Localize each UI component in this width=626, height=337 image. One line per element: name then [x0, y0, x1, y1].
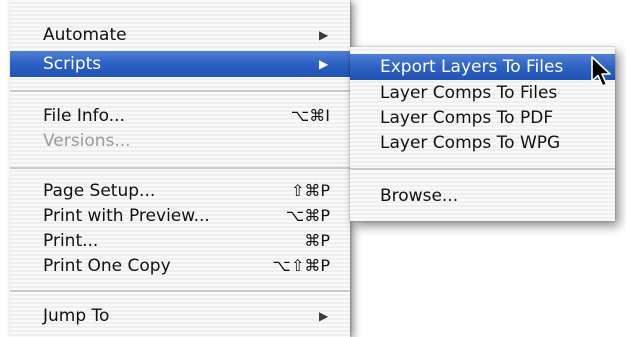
menu-item-print-one-copy[interactable]: Print One Copy ⌥⇧⌘P: [10, 253, 350, 279]
menu-item-label: Print...: [43, 231, 99, 251]
menu-item-label: Print One Copy: [43, 256, 171, 276]
menu-item-label: Print with Preview...: [43, 206, 210, 226]
menu-item-label: Page Setup...: [43, 181, 156, 201]
menu-item-label: Automate: [43, 25, 127, 45]
menu-item-label: Browse...: [380, 186, 459, 206]
menu-item-label: Layer Comps To WPG: [380, 133, 561, 153]
menu-item-label: Export Layers To Files: [380, 57, 564, 77]
menu-item-print[interactable]: Print... ⌘P: [10, 228, 350, 254]
submenu-arrow-icon: ▶: [319, 57, 329, 71]
submenu-item-browse[interactable]: Browse...: [350, 183, 615, 209]
menu-separator: [10, 290, 350, 293]
arrow-cursor-icon: [591, 56, 611, 87]
menu-separator: [350, 168, 615, 171]
file-menu: Automate ▶ Scripts ▶ File Info... ⌥⌘I Ve…: [10, 0, 350, 337]
keyboard-shortcut: ⌥⇧⌘P: [272, 256, 331, 275]
keyboard-shortcut: ⌥⌘I: [290, 106, 330, 125]
menu-item-automate[interactable]: Automate ▶: [10, 22, 350, 48]
screenshot: Automate ▶ Scripts ▶ File Info... ⌥⌘I Ve…: [0, 0, 626, 337]
keyboard-shortcut: ⇧⌘P: [290, 181, 330, 200]
menu-separator: [10, 90, 350, 93]
submenu-item-layer-comps-to-pdf[interactable]: Layer Comps To PDF: [350, 105, 615, 131]
submenu-item-export-layers-to-files[interactable]: Export Layers To Files: [350, 54, 615, 80]
menu-item-label: Layer Comps To Files: [380, 83, 558, 103]
submenu-item-layer-comps-to-wpg[interactable]: Layer Comps To WPG: [350, 130, 615, 156]
submenu-arrow-icon: ▶: [319, 28, 329, 42]
menu-item-label: Scripts: [43, 54, 102, 74]
menu-item-print-with-preview[interactable]: Print with Preview... ⌥⌘P: [10, 203, 350, 229]
submenu-item-layer-comps-to-files[interactable]: Layer Comps To Files: [350, 80, 615, 106]
menu-separator: [10, 167, 350, 170]
submenu-arrow-icon: ▶: [319, 309, 329, 323]
menu-item-page-setup[interactable]: Page Setup... ⇧⌘P: [10, 178, 350, 204]
keyboard-shortcut: ⌥⌘P: [285, 206, 330, 225]
menu-item-versions: Versions...: [10, 128, 350, 154]
menu-item-label: File Info...: [43, 106, 125, 126]
keyboard-shortcut: ⌘P: [304, 231, 330, 250]
menu-item-label: Layer Comps To PDF: [380, 108, 554, 128]
scripts-submenu: Export Layers To Files Layer Comps To Fi…: [350, 47, 615, 221]
menu-item-jump-to[interactable]: Jump To ▶: [10, 303, 350, 329]
menu-item-scripts[interactable]: Scripts ▶: [10, 51, 350, 77]
menu-item-label: Jump To: [43, 306, 110, 326]
menu-item-file-info[interactable]: File Info... ⌥⌘I: [10, 103, 350, 129]
menu-item-label: Versions...: [43, 131, 131, 151]
